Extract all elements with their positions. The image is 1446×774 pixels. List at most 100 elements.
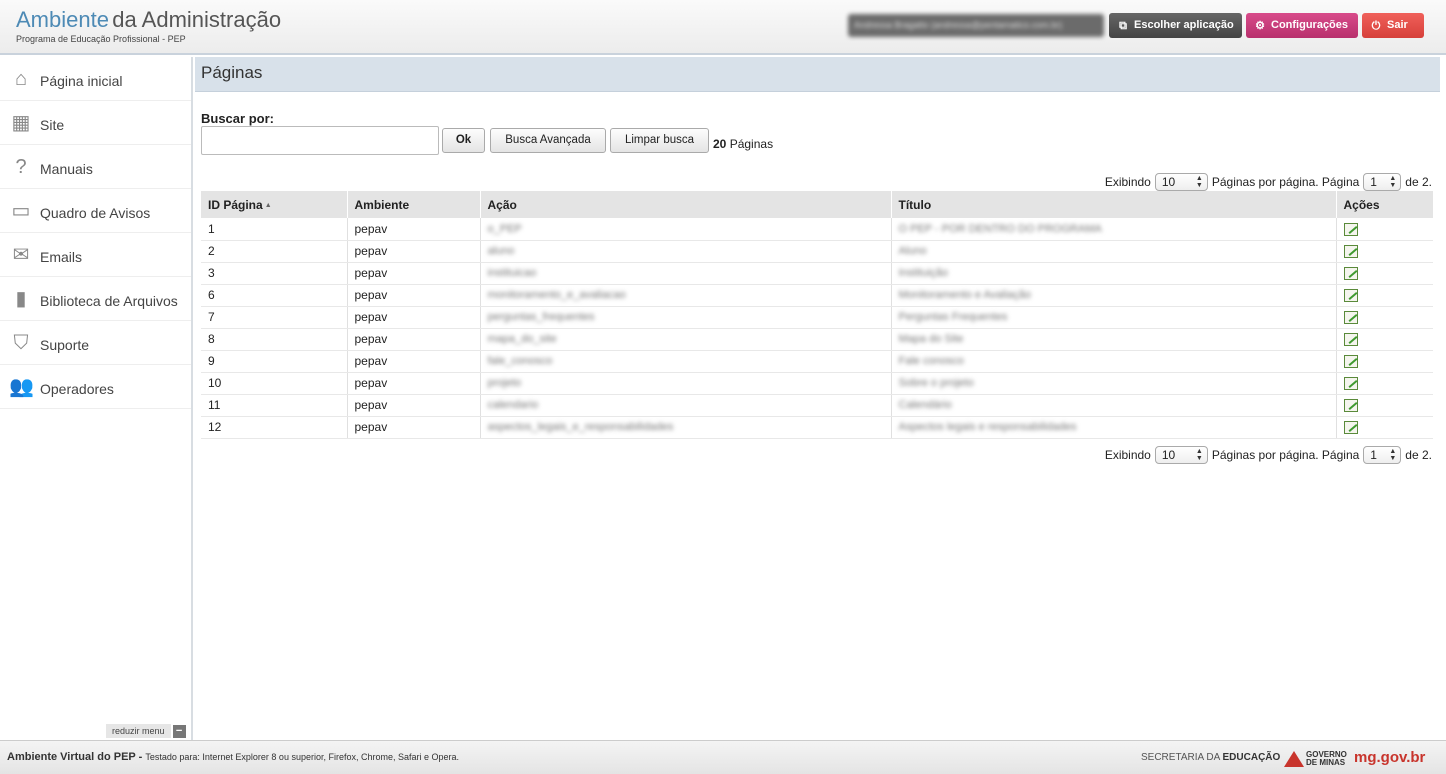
sidebar-item-site[interactable]: ▦ Site bbox=[0, 101, 191, 145]
search-label: Buscar por: bbox=[201, 111, 274, 126]
cell-acoes bbox=[1336, 218, 1433, 241]
updown-arrow-icon: ▲ ▼ bbox=[1389, 448, 1397, 462]
cell-id: 11 bbox=[201, 394, 348, 417]
sidebar-item-operadores[interactable]: 👥 Operadores bbox=[0, 365, 191, 409]
user-info: Andressa Bragatto (andressa@pentamatico.… bbox=[848, 14, 1104, 37]
governo-minas-logo[interactable]: GOVERNO DE MINAS bbox=[1284, 747, 1347, 771]
pager-top: Exibindo 10 ▲ ▼ Páginas por página. Págin… bbox=[1105, 173, 1432, 191]
cell-id: 10 bbox=[201, 372, 348, 395]
sidebar-item-label: Emails bbox=[40, 248, 83, 265]
results-count-number: 20 bbox=[713, 137, 727, 151]
edit-icon[interactable] bbox=[1343, 377, 1358, 391]
footer-secretaria: SECRETARIA DA EDUCAÇÃO bbox=[1141, 752, 1280, 763]
edit-icon[interactable] bbox=[1343, 245, 1358, 259]
sidebar-item-label: Suporte bbox=[40, 336, 90, 353]
top-header: Ambiente da Administração Programa de Ed… bbox=[0, 0, 1446, 55]
settings-label: Configurações bbox=[1271, 19, 1349, 31]
page-select[interactable]: 1 ▲ ▼ bbox=[1363, 173, 1402, 191]
footer: Ambiente Virtual do PEP - Testado para: … bbox=[0, 740, 1446, 774]
edit-icon[interactable] bbox=[1343, 333, 1358, 347]
cell-acao: instituicao bbox=[480, 262, 892, 285]
column-header-ambiente[interactable]: Ambiente bbox=[347, 191, 481, 218]
sidebar-item-label: Manuais bbox=[40, 160, 93, 177]
edit-icon[interactable] bbox=[1343, 421, 1358, 435]
updown-arrow-icon: ▲ ▼ bbox=[1389, 175, 1397, 189]
cell-titulo: Aspectos legais e responsabilidades bbox=[891, 416, 1337, 439]
edit-icon[interactable] bbox=[1343, 399, 1358, 413]
cell-titulo: Calendário bbox=[891, 394, 1337, 417]
table-row: 1 pepav o_PEP O PEP - POR DENTRO DO PROGRAM… bbox=[201, 218, 1433, 241]
cell-ambiente: pepav bbox=[347, 218, 481, 241]
advanced-search-button[interactable]: Busca Avançada bbox=[490, 128, 606, 153]
sidebar-item-biblioteca[interactable]: ▮ Biblioteca de Arquivos bbox=[0, 277, 191, 321]
search-ok-button[interactable]: Ok bbox=[442, 128, 485, 153]
edit-icon[interactable] bbox=[1343, 355, 1358, 369]
sidebar-item-suporte[interactable]: ⛉ Suporte bbox=[0, 321, 191, 365]
cell-ambiente: pepav bbox=[347, 240, 481, 263]
search-input[interactable] bbox=[201, 126, 439, 155]
table-row: 3 pepav instituicao Instituição bbox=[201, 262, 1433, 285]
sidebar-item-pagina-inicial[interactable]: ⌂ Página inicial bbox=[0, 57, 191, 101]
results-count: 20 Páginas bbox=[713, 137, 773, 151]
cell-acao: aspectos_legais_e_responsabilidades bbox=[480, 416, 892, 439]
cell-acao: o_PEP bbox=[480, 218, 892, 241]
cell-titulo: Mapa do Site bbox=[891, 328, 1337, 351]
cell-ambiente: pepav bbox=[347, 350, 481, 373]
cell-ambiente: pepav bbox=[347, 284, 481, 307]
minus-icon: − bbox=[172, 724, 186, 738]
column-header-id[interactable]: ID Página ▲ bbox=[201, 191, 348, 218]
brand-title-part1: Ambiente bbox=[16, 7, 109, 32]
table-row: 6 pepav monitoramento_e_avaliacao Monitoram… bbox=[201, 284, 1433, 307]
cell-acoes bbox=[1336, 240, 1433, 263]
footer-secretaria-bold: EDUCAÇÃO bbox=[1222, 752, 1281, 763]
brand: Ambiente da Administração Programa de Ed… bbox=[16, 7, 281, 44]
cell-acoes bbox=[1336, 328, 1433, 351]
users-icon: 👥 bbox=[9, 375, 34, 398]
cell-acao: perguntas_frequentes bbox=[480, 306, 892, 329]
per-page-select[interactable]: 10 ▲ ▼ bbox=[1154, 446, 1208, 464]
page-select[interactable]: 1 ▲ ▼ bbox=[1363, 446, 1402, 464]
results-count-unit: Páginas bbox=[729, 137, 774, 151]
column-header-acao[interactable]: Ação bbox=[480, 191, 892, 218]
page-value: 1 bbox=[1370, 175, 1377, 189]
window-icon: ▭ bbox=[11, 199, 31, 222]
cell-ambiente: pepav bbox=[347, 328, 481, 351]
cell-id: 9 bbox=[201, 350, 348, 373]
sidebar-item-quadro-de-avisos[interactable]: ▭ Quadro de Avisos bbox=[0, 189, 191, 233]
settings-button[interactable]: ⚙ Configurações bbox=[1246, 13, 1358, 38]
cell-acao: calendario bbox=[480, 394, 892, 417]
sidebar-item-emails[interactable]: ✉ Emails bbox=[0, 233, 191, 277]
page-title-bar: Páginas bbox=[195, 57, 1440, 92]
cell-id: 3 bbox=[201, 262, 348, 285]
logout-button[interactable]: ⏻ Sair bbox=[1362, 13, 1424, 38]
governo-line2: DE MINAS bbox=[1306, 758, 1346, 767]
cell-titulo: Sobre o projeto bbox=[891, 372, 1337, 395]
mg-gov-link[interactable]: mg.gov.br bbox=[1354, 749, 1425, 766]
edit-icon[interactable] bbox=[1343, 267, 1358, 281]
column-header-titulo[interactable]: Título bbox=[891, 191, 1337, 218]
cell-acoes bbox=[1336, 306, 1433, 329]
table-body: 1 pepav o_PEP O PEP - POR DENTRO DO PROGRAM… bbox=[201, 218, 1433, 439]
clear-search-button[interactable]: Limpar busca bbox=[610, 128, 709, 153]
collapse-menu-button[interactable]: reduzir menu − bbox=[106, 724, 192, 738]
edit-icon[interactable] bbox=[1343, 289, 1358, 303]
cell-id: 6 bbox=[201, 284, 348, 307]
choose-app-button[interactable]: ⧉ Escolher aplicação bbox=[1109, 13, 1242, 38]
cell-titulo: Instituição bbox=[891, 262, 1337, 285]
pager-prefix: Exibindo bbox=[1104, 448, 1151, 462]
book-icon: ▮ bbox=[15, 287, 27, 310]
cell-id: 2 bbox=[201, 240, 348, 263]
cell-id: 1 bbox=[201, 218, 348, 241]
sidebar-item-label: Biblioteca de Arquivos bbox=[40, 292, 178, 309]
edit-icon[interactable] bbox=[1343, 311, 1358, 325]
main-content: Páginas Buscar por: Ok Busca Avançada Li… bbox=[195, 57, 1440, 740]
cell-acao: mapa_do_site bbox=[480, 328, 892, 351]
edit-icon[interactable] bbox=[1343, 222, 1358, 236]
sidebar-item-label: Quadro de Avisos bbox=[40, 204, 151, 221]
table-row: 10 pepav projeto Sobre o projeto bbox=[201, 372, 1433, 395]
per-page-select[interactable]: 10 ▲ ▼ bbox=[1154, 173, 1208, 191]
footer-tested: Testado para: Internet Explorer 8 ou sup… bbox=[145, 752, 460, 762]
cell-acao: aluno bbox=[480, 240, 892, 263]
sidebar-item-manuais[interactable]: ? Manuais bbox=[0, 145, 191, 189]
sidebar-item-label: Página inicial bbox=[40, 72, 123, 89]
